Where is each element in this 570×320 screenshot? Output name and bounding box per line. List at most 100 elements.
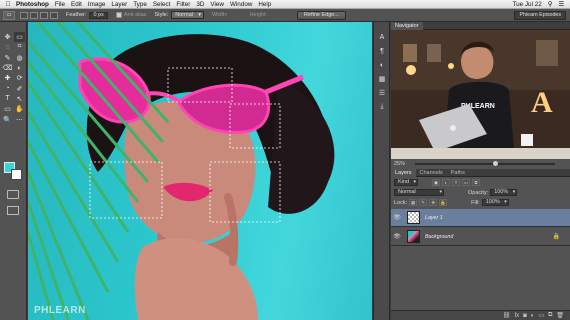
search-icon[interactable]: ⚲ bbox=[548, 1, 553, 8]
quick-mask-icon[interactable] bbox=[7, 190, 19, 199]
add-selection-icon[interactable] bbox=[30, 11, 38, 19]
path-select-icon[interactable]: ↖ bbox=[14, 94, 25, 104]
crop-tool-icon[interactable]: ⌗ bbox=[14, 42, 25, 52]
tab-channels[interactable]: Channels bbox=[416, 169, 447, 177]
type-tool-icon[interactable]: T bbox=[2, 94, 13, 104]
lock-pixels-icon[interactable]: ✎ bbox=[419, 199, 428, 206]
layer-name[interactable]: Background bbox=[425, 234, 453, 240]
stamp-tool-icon[interactable]: ◍ bbox=[14, 53, 25, 63]
feather-label: Feather: bbox=[66, 12, 87, 18]
menubar-status: Tue Jul 22 ⚲ ☰ bbox=[513, 0, 564, 9]
pen-tool-icon[interactable]: ✐ bbox=[14, 83, 25, 93]
more-tools-icon[interactable]: ⋯ bbox=[14, 114, 25, 124]
folder-icon[interactable]: ▭ bbox=[538, 312, 544, 319]
link-icon[interactable]: ⛓ bbox=[503, 312, 511, 319]
filter-shape-icon[interactable]: ▭ bbox=[462, 179, 471, 186]
brush-tool-icon[interactable]: ✎ bbox=[2, 53, 13, 63]
lock-transparent-icon[interactable]: ▦ bbox=[409, 199, 418, 206]
fill-input[interactable]: 100% bbox=[481, 199, 509, 206]
feather-input[interactable]: 0 px bbox=[89, 11, 108, 19]
menu-help[interactable]: Help bbox=[258, 1, 277, 8]
navigator-preview[interactable]: A PHLEARN bbox=[391, 30, 570, 170]
layer-name[interactable]: Layer 1 bbox=[425, 215, 443, 221]
menu-3d[interactable]: 3D bbox=[196, 1, 210, 8]
healing-tool-icon[interactable]: ✚ bbox=[2, 73, 13, 83]
layer-row-layer-1[interactable]: 👁 Layer 1 bbox=[391, 209, 570, 227]
marquee-tool-icon[interactable]: ▭ bbox=[14, 32, 25, 43]
shape-tool-icon[interactable]: ▭ bbox=[2, 104, 13, 114]
paragraph-panel-icon[interactable]: ¶ bbox=[377, 46, 387, 56]
style-label: Style: bbox=[154, 12, 169, 18]
tab-paths[interactable]: Paths bbox=[447, 169, 469, 177]
filter-smart-icon[interactable]: ⧉ bbox=[472, 179, 481, 186]
zoom-slider-handle[interactable] bbox=[493, 161, 498, 166]
adjustment-icon[interactable]: ◐ bbox=[531, 313, 535, 319]
screen-mode-icon[interactable] bbox=[7, 206, 19, 215]
zoom-value[interactable]: 25% bbox=[394, 161, 405, 167]
zoom-slider[interactable] bbox=[415, 161, 555, 166]
mask-icon[interactable]: ◙ bbox=[523, 313, 527, 319]
visibility-eye-icon[interactable]: 👁 bbox=[391, 214, 403, 221]
actions-panel-icon[interactable]: ⤓ bbox=[377, 102, 387, 112]
eraser-tool-icon[interactable]: ⌫ bbox=[2, 63, 13, 73]
workspace-select[interactable]: Phlearn Episodes bbox=[514, 11, 566, 20]
adjustments-panel-icon[interactable]: ☰ bbox=[377, 88, 387, 98]
menu-layer[interactable]: Layer bbox=[111, 1, 133, 8]
move-tool-icon[interactable]: ✥ bbox=[2, 32, 13, 42]
marquee-tool-preset-icon[interactable]: ▭ bbox=[3, 10, 15, 20]
menu-filter[interactable]: Filter bbox=[176, 1, 196, 8]
visibility-eye-icon[interactable]: 👁 bbox=[391, 233, 403, 240]
new-layer-icon[interactable]: ⧉ bbox=[548, 312, 552, 319]
lock-all-icon[interactable]: 🔒 bbox=[439, 199, 448, 206]
fx-icon[interactable]: fx bbox=[514, 313, 519, 319]
menu-edit[interactable]: Edit bbox=[71, 1, 88, 8]
tab-navigator[interactable]: Navigator bbox=[391, 21, 423, 30]
hand-tool-icon[interactable]: ✋ bbox=[14, 104, 25, 114]
new-selection-icon[interactable] bbox=[20, 11, 28, 19]
navigator-video-frame: A PHLEARN bbox=[391, 30, 570, 160]
filter-adjust-icon[interactable]: ◐ bbox=[442, 179, 451, 186]
layer-thumbnail bbox=[407, 230, 420, 243]
swatches-panel-icon[interactable]: ▦ bbox=[377, 74, 387, 84]
tool-grid: ✥ ▭ ◌ ⌗ ✎ ◍ ⌫ ◐ ✚ ⟳ ◔ ✐ T ↖ ▭ ✋ 🔍 ⋯ bbox=[2, 32, 25, 125]
style-select[interactable]: Normal bbox=[171, 11, 205, 19]
menu-type[interactable]: Type bbox=[133, 1, 153, 8]
filter-pixel-icon[interactable]: ▣ bbox=[432, 179, 441, 186]
navigator-header: Navigator bbox=[391, 21, 570, 30]
opacity-input[interactable]: 100% bbox=[490, 189, 518, 196]
refine-edge-button[interactable]: Refine Edge... bbox=[297, 10, 346, 20]
dodge-tool-icon[interactable]: ◔ bbox=[2, 83, 13, 93]
lasso-tool-icon[interactable]: ◌ bbox=[2, 42, 13, 52]
zoom-tool-icon[interactable]: 🔍 bbox=[2, 114, 13, 124]
fill-label: Fill: bbox=[471, 199, 480, 206]
menu-window[interactable]: Window bbox=[230, 1, 258, 8]
lock-position-icon[interactable]: ✥ bbox=[429, 199, 438, 206]
clock-text[interactable]: Tue Jul 22 bbox=[513, 1, 542, 8]
history-brush-icon[interactable]: ⟳ bbox=[14, 73, 25, 83]
list-icon[interactable]: ☰ bbox=[558, 1, 564, 8]
antialias-checkbox[interactable] bbox=[115, 12, 122, 18]
intersect-selection-icon[interactable] bbox=[50, 11, 58, 19]
menu-app-name[interactable]: Photoshop bbox=[16, 1, 55, 8]
lock-row: Lock: ▦ ✎ ✥ 🔒 Fill: 100% bbox=[391, 199, 570, 206]
options-bar: ▭ Feather: 0 px Anti-alias Style: Normal… bbox=[0, 9, 570, 22]
trash-icon[interactable]: 🗑 bbox=[556, 312, 564, 319]
gradient-tool-icon[interactable]: ◐ bbox=[14, 63, 25, 73]
apple-icon[interactable]:  bbox=[0, 1, 16, 8]
blend-mode-select[interactable]: Normal bbox=[394, 189, 444, 196]
menu-view[interactable]: View bbox=[210, 1, 230, 8]
color-panel-icon[interactable]: ◐ bbox=[377, 60, 387, 70]
history-panel-icon[interactable]: A bbox=[377, 32, 387, 42]
background-color-swatch[interactable] bbox=[11, 169, 22, 180]
menu-image[interactable]: Image bbox=[88, 1, 112, 8]
subtract-selection-icon[interactable] bbox=[40, 11, 48, 19]
filter-type-icon[interactable]: T bbox=[452, 179, 461, 186]
menu-file[interactable]: File bbox=[55, 1, 71, 8]
right-panels: Navigator A PHLEARN 25% Layers Channels … bbox=[391, 21, 570, 320]
tab-layers[interactable]: Layers bbox=[391, 168, 416, 177]
document-canvas[interactable]: PHLEARN bbox=[28, 22, 372, 320]
filter-kind-select[interactable]: Kind bbox=[394, 179, 419, 186]
layer-row-background[interactable]: 👁 Background 🔒 bbox=[391, 228, 570, 246]
selection-mode-group bbox=[20, 11, 58, 19]
menu-select[interactable]: Select bbox=[153, 1, 177, 8]
